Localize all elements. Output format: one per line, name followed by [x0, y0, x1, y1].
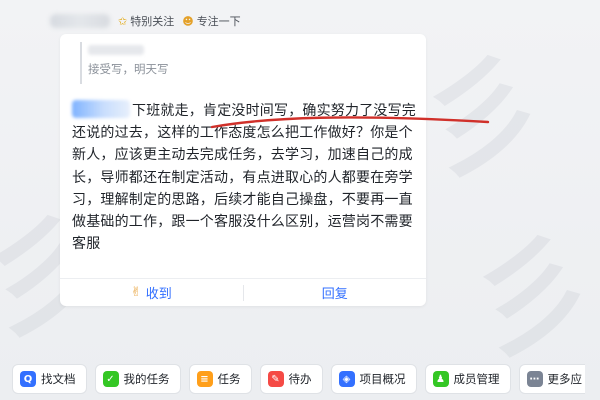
quoted-text: 接受写，明天写: [88, 62, 169, 76]
chat-screenshot: 彡 彡 彡 ✩ 特别关注 ☻ 专注一下 接受写，明天写 下班就走，肯定没时间写，…: [0, 0, 600, 400]
more-apps-icon: ⋯: [526, 371, 543, 387]
project-overview-icon: ◈: [338, 371, 355, 387]
reply-button[interactable]: 回复: [244, 279, 427, 306]
find-doc-label: 找文档: [41, 372, 76, 386]
special-follow-label: 特别关注: [130, 15, 175, 28]
special-follow-tag[interactable]: ✩ 特别关注: [118, 13, 174, 29]
todo-icon: ✎: [267, 371, 284, 387]
card-actions: ✌ 收到 回复: [60, 279, 426, 306]
search-doc-icon: Q: [20, 371, 36, 387]
focus-mode-tag[interactable]: ☻ 专注一下: [182, 13, 240, 29]
quoted-sender-redacted: [88, 45, 144, 55]
find-doc-button[interactable]: Q 找文档: [12, 364, 87, 394]
mention-redacted[interactable]: [72, 100, 130, 118]
star-icon: ✩: [118, 14, 128, 28]
todo-label: 待办: [288, 372, 312, 386]
sender-name-redacted: [50, 14, 110, 28]
message-text: 下班就走，肯定没时间写，确实努力了没写完还说的过去，这样的工作态度怎么把工作做好…: [72, 103, 416, 253]
project-overview-label: 项目概况: [359, 372, 406, 386]
ok-hand-icon: ✌: [130, 285, 142, 300]
project-overview-button[interactable]: ◈ 项目概况: [330, 364, 417, 394]
watermark: 彡: [457, 216, 600, 381]
message-card: 接受写，明天写 下班就走，肯定没时间写，确实努力了没写完还说的过去，这样的工作态…: [60, 34, 490, 306]
task-check-icon: ✓: [102, 371, 119, 387]
acknowledge-label: 收到: [145, 287, 172, 302]
focus-face-icon: ☻: [182, 14, 194, 28]
member-manage-button[interactable]: ♟ 成员管理: [424, 364, 511, 394]
todo-button[interactable]: ✎ 待办: [259, 364, 323, 394]
quick-actions-toolbar: Q 找文档 ✓ 我的任务 ≡ 任务 ✎ 待办 ◈ 项目概况 ♟ 成员管理 ⋯ 更…: [12, 364, 585, 394]
tasks-label: 任务: [217, 372, 241, 386]
message-header: ✩ 特别关注 ☻ 专注一下: [50, 8, 241, 34]
tasks-button[interactable]: ≡ 任务: [188, 364, 252, 394]
member-manage-icon: ♟: [432, 371, 449, 387]
message-body: 下班就走，肯定没时间写，确实努力了没写完还说的过去，这样的工作态度怎么把工作做好…: [72, 100, 422, 255]
member-manage-label: 成员管理: [453, 372, 500, 386]
acknowledge-button[interactable]: ✌ 收到: [60, 279, 243, 306]
more-apps-button[interactable]: ⋯ 更多应: [518, 364, 585, 394]
task-list-icon: ≡: [196, 371, 213, 387]
my-tasks-button[interactable]: ✓ 我的任务: [94, 364, 181, 394]
reply-label: 回复: [321, 287, 348, 302]
focus-mode-label: 专注一下: [196, 15, 241, 28]
more-apps-label: 更多应: [547, 372, 583, 386]
quoted-reply[interactable]: 接受写，明天写: [80, 42, 290, 84]
my-tasks-label: 我的任务: [123, 372, 170, 386]
